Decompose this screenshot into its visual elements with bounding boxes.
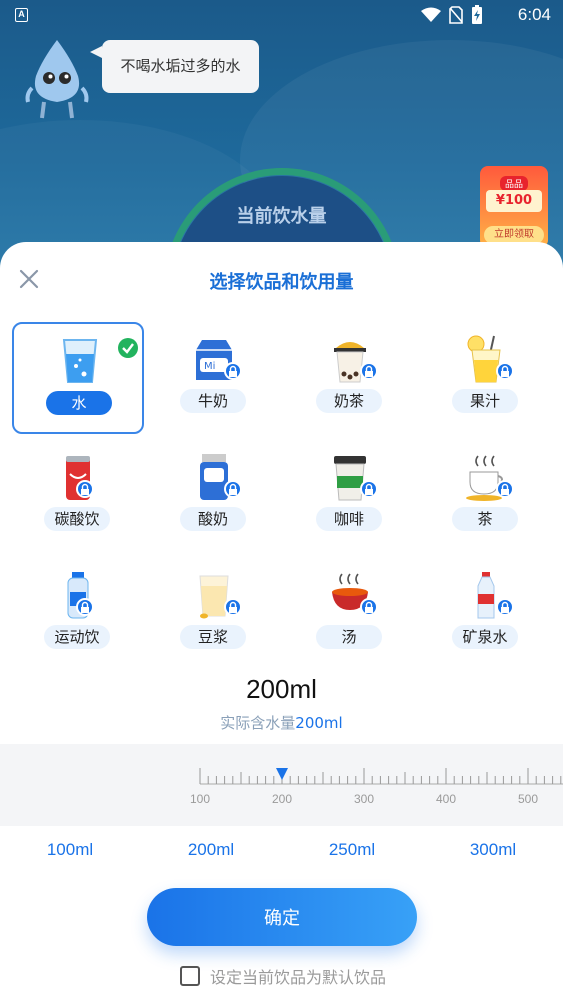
drink-option-milk-tea[interactable]: 奶茶 (284, 322, 416, 434)
lock-icon (224, 480, 242, 498)
wifi-icon (421, 7, 441, 22)
drink-option-milk[interactable]: Mi 牛奶 (148, 322, 280, 434)
status-time: 6:04 (517, 5, 551, 24)
ruler-current-marker[interactable] (276, 768, 288, 780)
amount-ruler-slider[interactable]: 100 200 300 400 500 (0, 744, 563, 826)
preset-amounts: 100ml 200ml 250ml 300ml (0, 840, 563, 866)
water-glass-icon (62, 339, 98, 383)
drink-option-sports-drink[interactable]: 运动饮 (12, 558, 144, 670)
lock-icon (224, 598, 242, 616)
ruler-label: 200 (271, 792, 293, 806)
preset-300ml[interactable]: 300ml (448, 840, 538, 860)
drink-label: 豆浆 (180, 625, 246, 649)
drink-label: 茶 (452, 507, 518, 531)
status-icons (421, 5, 483, 25)
lock-icon (76, 598, 94, 616)
ruler-ticks[interactable] (0, 744, 563, 826)
default-drink-checkbox-row[interactable]: 设定当前饮品为默认饮品 (180, 964, 386, 988)
default-drink-checkbox[interactable] (180, 966, 200, 986)
lock-icon (360, 480, 378, 498)
default-drink-label: 设定当前饮品为默认饮品 (210, 968, 387, 987)
lock-icon (496, 480, 514, 498)
drink-option-water[interactable]: 水 (12, 322, 144, 434)
preset-250ml[interactable]: 250ml (307, 840, 397, 860)
drink-option-yogurt[interactable]: 酸奶 (148, 440, 280, 552)
drink-option-tea[interactable]: 茶 (420, 440, 552, 552)
drink-option-mineral-water[interactable]: 矿泉水 (420, 558, 552, 670)
drink-selection-sheet: 选择饮品和饮用量 水 Mi 牛奶 奶茶 果汁 碳酸饮 酸奶 咖啡 茶 运动饮 豆… (0, 242, 563, 1002)
mascot-speech-bubble: 不喝水垢过多的水 (90, 40, 259, 93)
lock-icon (224, 362, 242, 380)
promo-amount: ¥100 (486, 190, 542, 212)
actual-water-label: 实际含水量 (220, 714, 296, 732)
preset-200ml[interactable]: 200ml (166, 840, 256, 860)
drink-label: 咖啡 (316, 507, 382, 531)
no-sim-icon (449, 6, 463, 24)
notification-badge: A (15, 8, 28, 22)
gauge-label: 当前饮水量 (236, 206, 327, 227)
preset-100ml[interactable]: 100ml (25, 840, 115, 860)
drink-label: 酸奶 (180, 507, 246, 531)
drink-option-juice[interactable]: 果汁 (420, 322, 552, 434)
water-drop-mascot-icon (25, 40, 89, 119)
drink-label: 果汁 (452, 389, 518, 413)
drink-label: 牛奶 (180, 389, 246, 413)
ruler-label: 100 (189, 792, 211, 806)
drink-option-soy-milk[interactable]: 豆浆 (148, 558, 280, 670)
lock-icon (360, 598, 378, 616)
home-background: A 6:04 不喝水垢过多的水 当前饮水量 品品 ¥100 立即领取 (0, 0, 563, 280)
drink-label: 碳酸饮 (44, 507, 110, 531)
lock-icon (496, 598, 514, 616)
status-bar: A 6:04 (0, 0, 563, 30)
lock-icon (496, 362, 514, 380)
promo-tag: 品品 (500, 176, 529, 191)
selected-check-icon (118, 338, 138, 358)
sheet-title: 选择饮品和饮用量 (209, 272, 354, 293)
actual-water-value: 200ml (295, 714, 343, 732)
drink-label: 奶茶 (316, 389, 382, 413)
selected-amount: 200ml (246, 674, 317, 704)
lock-icon (360, 362, 378, 380)
drink-label: 运动饮 (44, 625, 110, 649)
svg-text:Mi: Mi (204, 361, 215, 372)
drink-label: 汤 (316, 625, 382, 649)
confirm-button[interactable]: 确定 (147, 888, 417, 946)
drink-label: 矿泉水 (452, 625, 518, 649)
ruler-label: 500 (517, 792, 539, 806)
actual-water-content: 实际含水量200ml (0, 712, 563, 733)
ruler-label: 400 (435, 792, 457, 806)
promo-banner[interactable]: 品品 ¥100 立即领取 (480, 166, 548, 248)
ruler-label: 300 (353, 792, 375, 806)
lock-icon (76, 480, 94, 498)
drink-option-coffee[interactable]: 咖啡 (284, 440, 416, 552)
battery-charging-icon (472, 5, 482, 24)
drink-option-soup[interactable]: 汤 (284, 558, 416, 670)
drink-option-soda[interactable]: 碳酸饮 (12, 440, 144, 552)
drink-label: 水 (46, 391, 112, 415)
